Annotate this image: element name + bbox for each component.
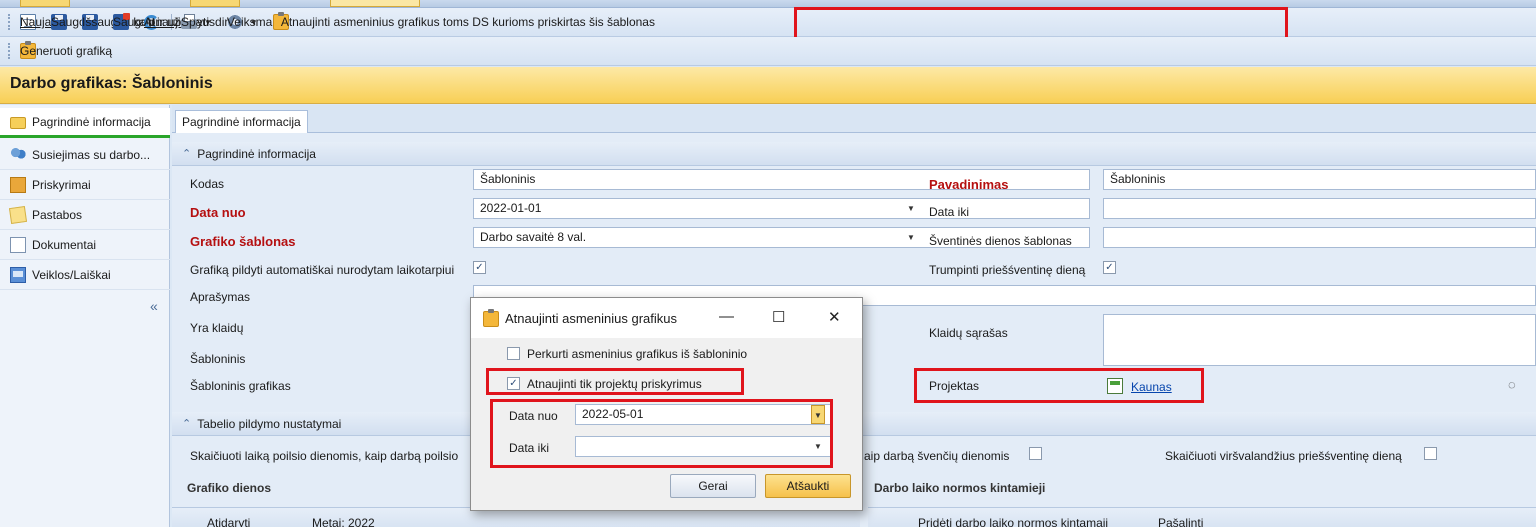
chevron-down-icon[interactable]: ▼ <box>904 227 918 248</box>
top-tab-strip <box>0 0 1536 8</box>
normos-toolbar: Pridėti darbo laiko normos kintamąjį Paš… <box>868 507 1536 527</box>
overtime-checkbox[interactable] <box>1424 447 1437 460</box>
holidays-checkbox[interactable] <box>1029 447 1042 460</box>
nav-item-susiejimas[interactable]: Susiejimas su darbo... <box>0 140 170 170</box>
top-tab-fragment[interactable] <box>20 0 70 7</box>
auto-fill-checkbox[interactable]: ✓ <box>473 261 486 274</box>
mail-icon <box>10 266 26 283</box>
rest-days-label: Skaičiuoti laiką poilsio dienomis, kaip … <box>190 449 459 463</box>
metai-label[interactable]: Metai: 2022 <box>312 516 375 527</box>
nav-item-veiklos[interactable]: Veiklos/Laiškai <box>0 260 170 290</box>
ok-button[interactable]: Gerai <box>670 474 756 498</box>
section-header-main[interactable]: ⌃ Pagrindinė informacija <box>172 142 1536 166</box>
remove-button[interactable]: Pašalinti <box>1158 516 1203 527</box>
title-band: Darbo grafikas: Šabloninis <box>0 67 1536 104</box>
clear-icon[interactable]: ◌ <box>1508 377 1516 392</box>
nav-item-label: Susiejimas su darbo... <box>32 147 151 162</box>
data-nuo-field[interactable]: 2022-01-01 <box>473 198 1090 219</box>
collapse-chevron-icon: ⌃ <box>182 148 192 160</box>
atidaryti-button[interactable]: Atidaryti <box>207 516 250 527</box>
dialog-titlebar[interactable]: Atnaujinti asmeninius grafikus — ☐ ✕ <box>471 298 862 338</box>
nav-item-label: Veiklos/Laiškai <box>32 267 111 282</box>
dialog-title: Atnaujinti asmeninius grafikus <box>505 311 677 326</box>
sabloninis-grafikas-label: Šabloninis grafikas <box>190 379 291 393</box>
highlight-box <box>490 399 833 468</box>
cancel-button[interactable]: Atšaukti <box>765 474 851 498</box>
tab-pagrindine[interactable]: Pagrindinė informacija <box>175 110 308 134</box>
nav-item-pagrindine[interactable]: Pagrindinė informacija <box>0 108 170 138</box>
data-nuo-label: Data nuo <box>190 205 246 220</box>
clipboard-icon <box>483 309 499 327</box>
tab-bar: Pagrindinė informacija <box>172 105 1536 134</box>
sventines-field[interactable] <box>1103 227 1536 248</box>
secondary-toolbar: Generuoti grafiką <box>0 37 1536 66</box>
actions-button[interactable]: Veiksmai ▼ <box>224 11 275 33</box>
pavadinimas-label: Pavadinimas <box>929 177 1009 192</box>
klaidu-sarasas-field[interactable] <box>1103 314 1536 366</box>
section-title: Tabelio pildymo nustatymai <box>197 416 342 431</box>
top-tab-fragment[interactable] <box>190 0 240 7</box>
nav-item-label: Dokumentai <box>32 237 97 252</box>
generate-label: Generuoti grafiką <box>20 44 113 58</box>
list-icon <box>10 176 26 193</box>
grafiko-sablonas-label: Grafiko šablonas <box>190 234 296 249</box>
folder-icon <box>10 116 26 129</box>
holidays-label: aip darbą švenčių dienomis <box>864 449 1010 463</box>
left-nav: Pagrindinė informacija Susiejimas su dar… <box>0 105 170 527</box>
save-as-button[interactable]: Išsaugoti kaip... <box>79 11 165 33</box>
normos-kintamieji-header: Darbo laiko normos kintamieji <box>874 481 1046 495</box>
save-close-button[interactable]: Saugoti ir uždaryti <box>110 11 209 33</box>
nav-item-priskyrimai[interactable]: Priskyrimai <box>0 170 170 200</box>
close-button[interactable]: ✕ <box>828 308 841 326</box>
copy-from-template-checkbox[interactable] <box>507 347 520 360</box>
klaidu-sarasas-label: Klaidų sąrašas <box>929 326 1008 340</box>
data-iki-label: Data iki <box>929 205 970 219</box>
update-personal-schedules-button[interactable]: Atnaujinti asmeninius grafikus toms DS k… <box>270 11 655 33</box>
collapse-nav-button[interactable]: « <box>150 298 158 314</box>
update-personal-label: Atnaujinti asmeninius grafikus toms DS k… <box>280 15 655 29</box>
print-button[interactable]: Spausdinti ▼ <box>178 11 237 33</box>
nav-item-label: Pastabos <box>32 207 83 222</box>
copy-from-template-label: Perkurti asmeninius grafikus iš šablonin… <box>527 347 748 361</box>
toolbar-grip[interactable] <box>8 14 11 30</box>
section-title: Pagrindinė informacija <box>197 146 316 161</box>
nav-item-label: Pagrindinė informacija <box>32 114 151 129</box>
sventines-label: Šventinės dienos šablonas <box>929 234 1072 248</box>
yra-klaidu-label: Yra klaidų <box>190 321 244 335</box>
aprasymas-label: Aprašymas <box>190 290 251 304</box>
kodas-label: Kodas <box>190 177 225 191</box>
new-button[interactable]: Naujas <box>17 11 57 33</box>
grafiko-dienos-header: Grafiko dienos <box>187 481 272 495</box>
shorten-label: Trumpinti priešśventinę dieną <box>929 263 1086 277</box>
nav-item-dokumentai[interactable]: Dokumentai <box>0 230 170 260</box>
auto-fill-label: Grafiką pildyti automatiškai nurodytam l… <box>190 263 455 277</box>
data-iki-field[interactable] <box>1103 198 1536 219</box>
highlight-box <box>914 368 1204 403</box>
pavadinimas-field[interactable]: Šabloninis <box>1103 169 1536 190</box>
people-icon <box>10 146 26 163</box>
chevron-down-icon[interactable]: ▼ <box>904 198 918 219</box>
top-tab-fragment[interactable] <box>330 0 420 7</box>
actions-label: Veiksmai <box>226 15 275 29</box>
highlight-box <box>486 368 744 395</box>
generate-schedule-button[interactable]: Generuoti grafiką <box>17 40 112 62</box>
note-icon <box>8 205 28 224</box>
overtime-label: Skaičiuoti viršvalandžius priešśventinę … <box>1165 449 1402 463</box>
documents-icon <box>7 234 26 253</box>
add-norm-variable-button[interactable]: Pridėti darbo laiko normos kintamąjį <box>918 516 1108 527</box>
minimize-button[interactable]: — <box>719 308 734 325</box>
shorten-checkbox[interactable]: ✓ <box>1103 261 1116 274</box>
sabloninis-label: Šabloninis <box>190 352 246 366</box>
collapse-chevron-icon: ⌃ <box>182 418 192 430</box>
main-toolbar: Naujas Saugoti Išsaugoti kaip... Saugoti… <box>0 8 1536 37</box>
nav-item-label: Priskyrimai <box>32 177 91 192</box>
page-title: Darbo grafikas: Šabloninis <box>10 75 213 92</box>
maximize-button[interactable]: ☐ <box>772 308 785 326</box>
toolbar-grip[interactable] <box>8 43 11 59</box>
nav-item-pastabos[interactable]: Pastabos <box>0 200 170 230</box>
refresh-button[interactable]: Atnaujinti <box>141 11 193 33</box>
save-button[interactable]: Saugoti <box>48 11 92 33</box>
